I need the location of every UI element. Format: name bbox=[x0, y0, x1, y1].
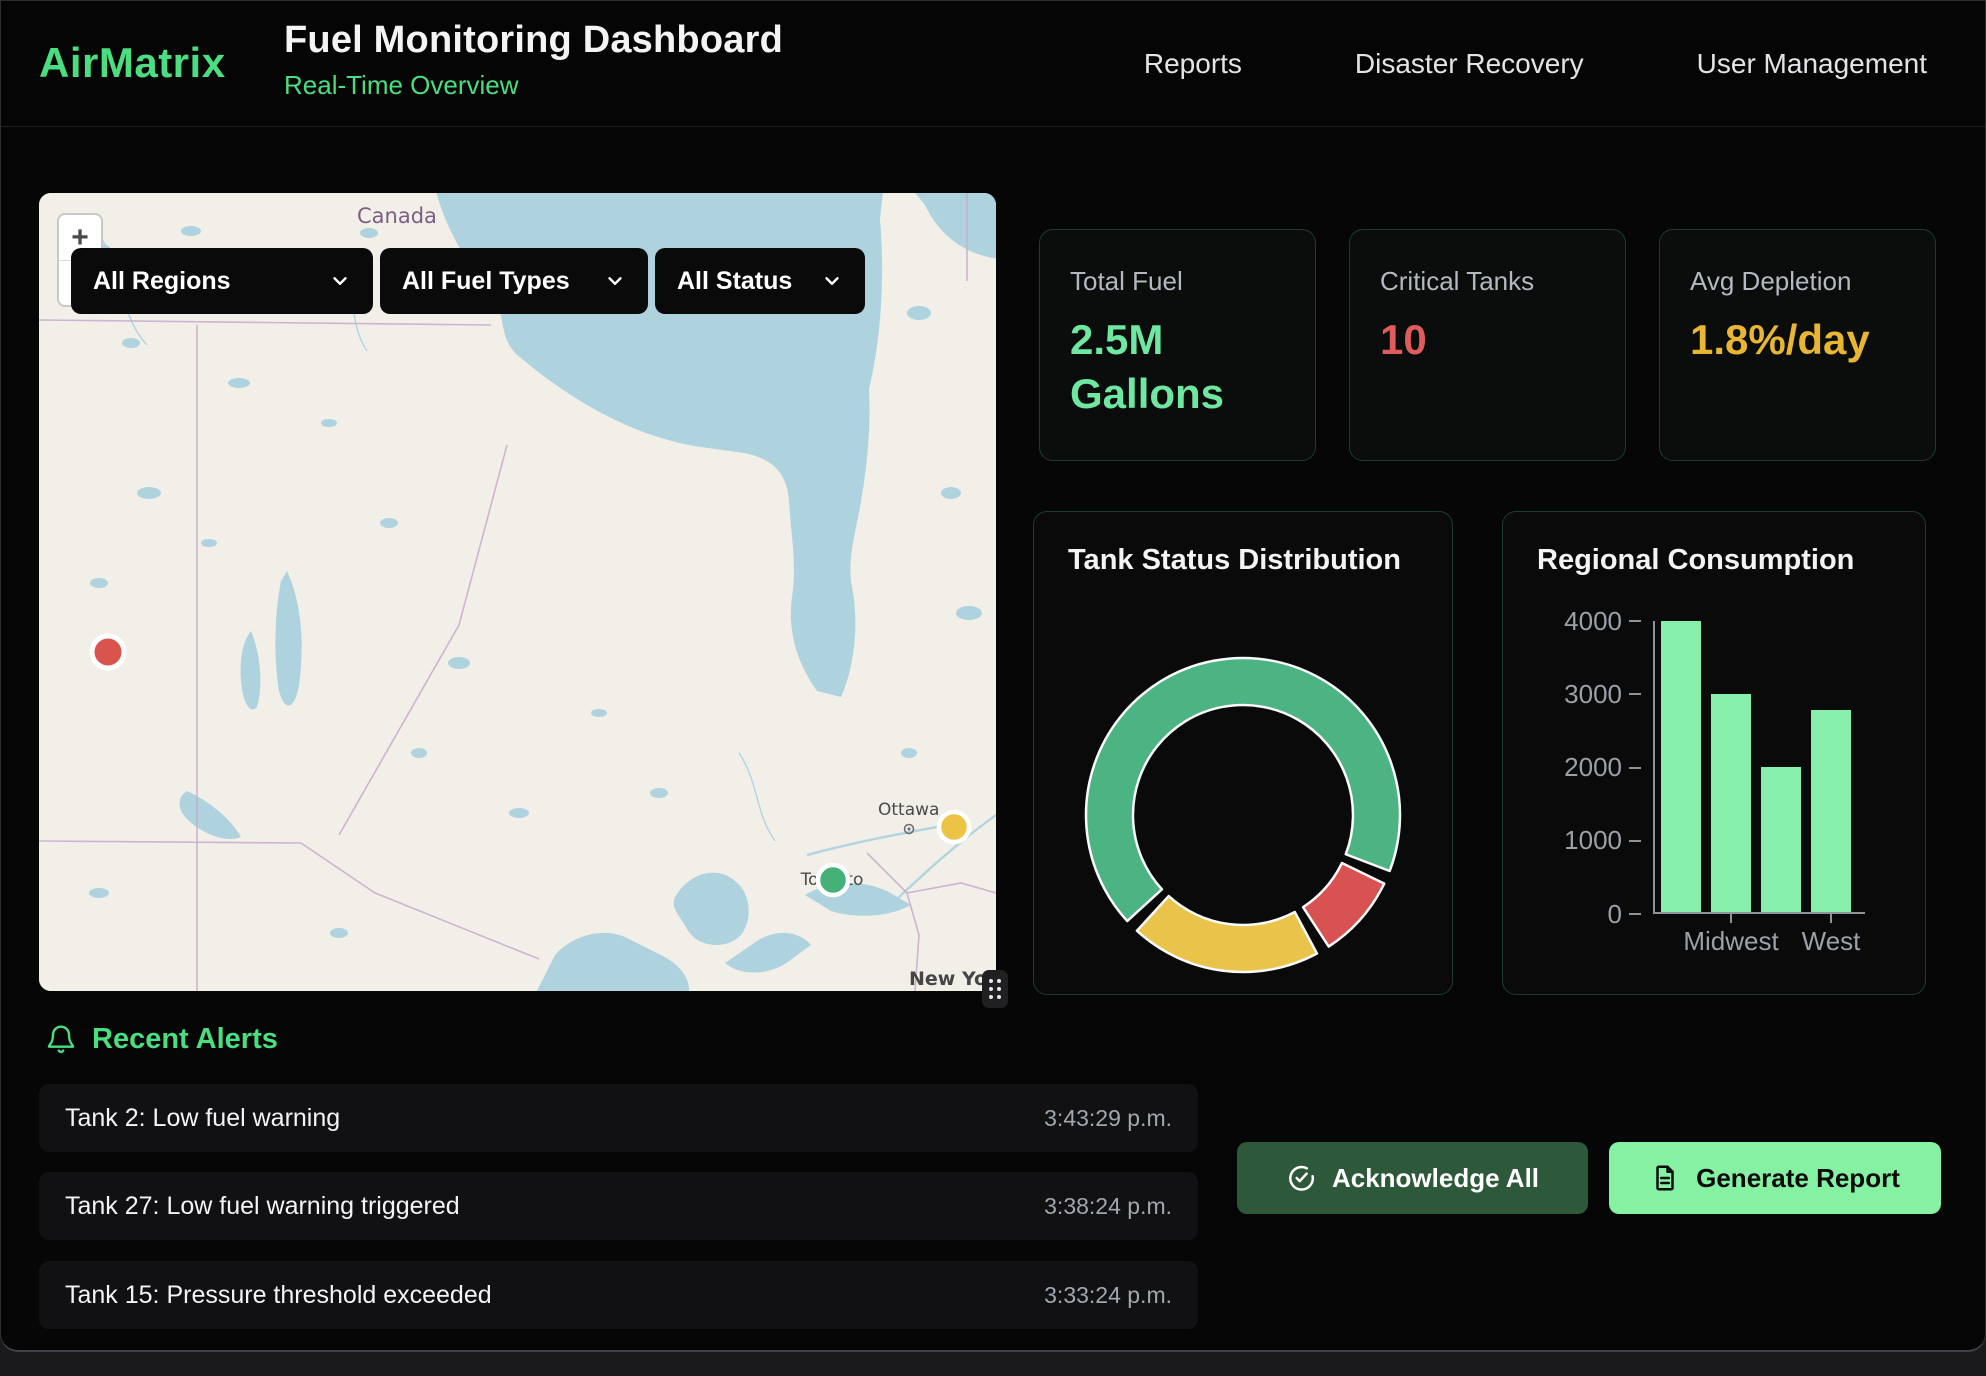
bar-0 bbox=[1661, 621, 1701, 912]
tank-marker-warning[interactable] bbox=[939, 812, 969, 842]
fuel-type-filter-value: All Fuel Types bbox=[402, 267, 570, 296]
ottawa-city-dot-center bbox=[908, 828, 911, 831]
chart-title: Tank Status Distribution bbox=[1068, 544, 1401, 577]
bar-3 bbox=[1811, 710, 1851, 912]
status-filter-dropdown[interactable]: All Status bbox=[655, 248, 865, 314]
header: AirMatrix Fuel Monitoring Dashboard Real… bbox=[1, 1, 1985, 127]
alert-time: 3:33:24 p.m. bbox=[1044, 1282, 1172, 1309]
app-window: AirMatrix Fuel Monitoring Dashboard Real… bbox=[0, 0, 1986, 1352]
kpi-card-total-fuel: Total Fuel 2.5M Gallons bbox=[1039, 229, 1316, 461]
tank-marker-normal[interactable] bbox=[818, 865, 848, 895]
status-filter-value: All Status bbox=[677, 267, 792, 296]
title-block: Fuel Monitoring Dashboard Real-Time Over… bbox=[284, 19, 783, 101]
donut-segment-yellow-warning bbox=[1137, 896, 1317, 972]
kpi-value: 1.8%/​day bbox=[1690, 313, 1905, 367]
map-label-canada: Canada bbox=[357, 204, 437, 228]
bar-1 bbox=[1711, 694, 1751, 912]
y-tick-label: 4000 bbox=[1564, 606, 1622, 637]
alert-row: Tank 15: Pressure threshold exceeded 3:3… bbox=[39, 1261, 1198, 1329]
alert-time: 3:38:24 p.m. bbox=[1044, 1193, 1172, 1220]
regional-consumption-bar-chart bbox=[1653, 621, 1865, 914]
kpi-label: Total Fuel bbox=[1070, 266, 1285, 297]
generate-report-button[interactable]: Generate Report bbox=[1609, 1142, 1941, 1214]
fuel-type-filter-dropdown[interactable]: All Fuel Types bbox=[380, 248, 648, 314]
chart-title: Regional Consumption bbox=[1537, 544, 1854, 577]
page-subtitle: Real-Time Overview bbox=[284, 70, 783, 101]
acknowledge-all-label: Acknowledge All bbox=[1332, 1163, 1539, 1194]
x-tick-label-midwest: Midwest bbox=[1683, 926, 1778, 957]
kpi-label: Avg Depletion bbox=[1690, 266, 1905, 297]
main-nav: Reports Disaster Recovery User Managemen… bbox=[1144, 1, 1927, 127]
generate-report-label: Generate Report bbox=[1696, 1163, 1900, 1194]
alert-row: Tank 27: Low fuel warning triggered 3:38… bbox=[39, 1172, 1198, 1240]
kpi-value: 2.5M Gallons bbox=[1070, 313, 1285, 421]
kpi-card-critical-tanks: Critical Tanks 10 bbox=[1349, 229, 1626, 461]
chevron-down-icon bbox=[329, 270, 351, 292]
chevron-down-icon bbox=[604, 270, 626, 292]
y-tick-label: 0 bbox=[1608, 899, 1622, 930]
donut-segment-red-critical bbox=[1303, 863, 1384, 946]
alert-time: 3:43:29 p.m. bbox=[1044, 1105, 1172, 1132]
recent-alerts-title: Recent Alerts bbox=[92, 1023, 278, 1056]
recent-alerts-header: Recent Alerts bbox=[45, 1023, 278, 1056]
bar-2 bbox=[1761, 767, 1801, 913]
map-label-ottawa: Ottawa bbox=[878, 800, 939, 820]
tank-marker-critical[interactable] bbox=[92, 636, 124, 668]
alert-row: Tank 2: Low fuel warning 3:43:29 p.m. bbox=[39, 1084, 1198, 1152]
kpi-card-avg-depletion: Avg Depletion 1.8%/​day bbox=[1659, 229, 1936, 461]
acknowledge-all-button[interactable]: Acknowledge All bbox=[1237, 1142, 1588, 1214]
map-resize-handle[interactable] bbox=[982, 970, 1008, 1008]
y-tick-label: 1000 bbox=[1564, 825, 1622, 856]
fuel-monitoring-dashboard: AirMatrix Fuel Monitoring Dashboard Real… bbox=[0, 0, 1986, 1376]
region-filter-dropdown[interactable]: All Regions bbox=[71, 248, 373, 314]
alert-message: Tank 27: Low fuel warning triggered bbox=[65, 1192, 460, 1221]
bell-icon bbox=[45, 1024, 77, 1056]
regional-consumption-card: Regional Consumption 0 1000 2000 3000 4000 M… bbox=[1502, 511, 1926, 995]
tank-status-donut-chart bbox=[1082, 654, 1404, 976]
brand-logo: AirMatrix bbox=[39, 39, 226, 87]
chevron-down-icon bbox=[821, 270, 843, 292]
alert-message: Tank 15: Pressure threshold exceeded bbox=[65, 1281, 492, 1310]
kpi-label: Critical Tanks bbox=[1380, 266, 1595, 297]
y-tick-label: 2000 bbox=[1564, 752, 1622, 783]
nav-user-management[interactable]: User Management bbox=[1697, 48, 1927, 80]
document-icon bbox=[1650, 1163, 1680, 1193]
page-title: Fuel Monitoring Dashboard bbox=[284, 19, 783, 62]
bar-chart-y-axis: 01000200030004000 bbox=[1503, 621, 1641, 914]
circle-check-icon bbox=[1286, 1163, 1316, 1193]
kpi-value: 10 bbox=[1380, 313, 1595, 367]
map-filters: All Regions All Fuel Types All Status bbox=[71, 248, 865, 314]
alert-message: Tank 2: Low fuel warning bbox=[65, 1104, 340, 1133]
region-filter-value: All Regions bbox=[93, 267, 231, 296]
tank-status-distribution-card: Tank Status Distribution bbox=[1033, 511, 1453, 995]
nav-reports[interactable]: Reports bbox=[1144, 48, 1242, 80]
y-tick-label: 3000 bbox=[1564, 679, 1622, 710]
nav-disaster-recovery[interactable]: Disaster Recovery bbox=[1355, 48, 1584, 80]
x-tick-label-west: West bbox=[1802, 926, 1861, 957]
